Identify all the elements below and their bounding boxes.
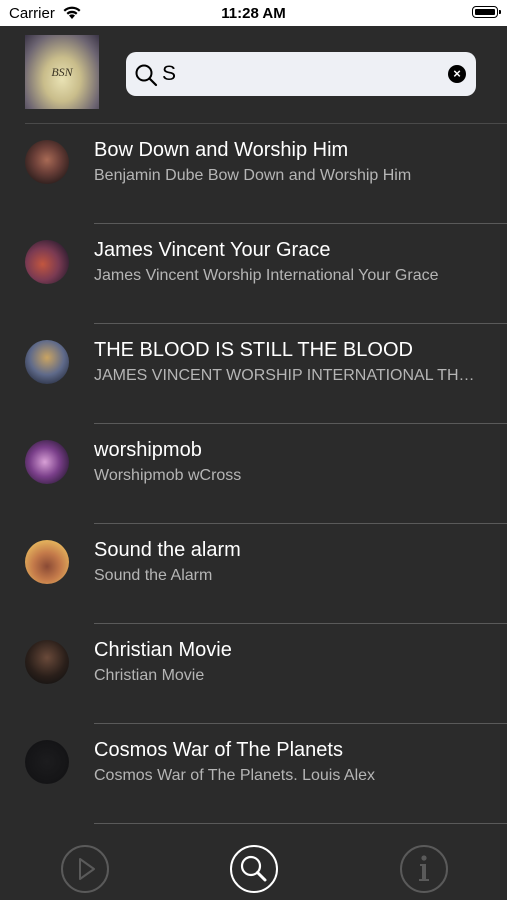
info-icon <box>400 845 448 893</box>
track-thumbnail <box>25 340 69 384</box>
track-subtitle: Christian Movie <box>94 667 205 684</box>
clear-search-icon[interactable]: × <box>448 65 466 83</box>
track-subtitle: Worshipmob wCross <box>94 467 242 484</box>
track-title: Sound the alarm <box>94 539 241 561</box>
tab-player[interactable] <box>60 844 110 894</box>
track-title: Bow Down and Worship Him <box>94 139 349 161</box>
header: BSN × <box>0 26 507 124</box>
track-thumbnail <box>25 140 69 184</box>
row-divider <box>94 823 507 824</box>
track-subtitle: Cosmos War of The Planets. Louis Alex <box>94 767 376 784</box>
track-subtitle: JAMES VINCENT WORSHIP INTERNATIONAL THE … <box>94 367 476 384</box>
search-icon <box>134 63 158 92</box>
list-item[interactable]: Bow Down and Worship Him Benjamin Dube B… <box>0 124 507 224</box>
track-title: THE BLOOD IS STILL THE BLOOD <box>94 339 413 361</box>
results-list: Bow Down and Worship Him Benjamin Dube B… <box>0 124 507 824</box>
track-thumbnail <box>25 540 69 584</box>
track-title: Cosmos War of The Planets <box>94 739 343 761</box>
artwork-logo-text: BSN <box>51 65 73 79</box>
list-item[interactable]: Sound the alarm Sound the Alarm <box>0 524 507 624</box>
search-bar[interactable]: × <box>126 52 476 96</box>
clock: 11:28 AM <box>221 5 286 22</box>
tab-info[interactable] <box>399 844 449 894</box>
track-title: Christian Movie <box>94 639 232 661</box>
search-input[interactable] <box>162 58 432 90</box>
track-subtitle: Sound the Alarm <box>94 567 213 584</box>
battery-icon <box>472 6 501 18</box>
track-subtitle: Benjamin Dube Bow Down and Worship Him <box>94 167 412 184</box>
list-item[interactable]: worshipmob Worshipmob wCross <box>0 424 507 524</box>
list-item[interactable]: Christian Movie Christian Movie <box>0 624 507 724</box>
track-thumbnail <box>25 640 69 684</box>
track-title: James Vincent Your Grace <box>94 239 331 261</box>
play-icon <box>61 845 109 893</box>
now-playing-artwork[interactable]: BSN <box>25 35 99 109</box>
list-item[interactable]: THE BLOOD IS STILL THE BLOOD JAMES VINCE… <box>0 324 507 424</box>
list-item[interactable]: Cosmos War of The Planets Cosmos War of … <box>0 724 507 824</box>
track-subtitle: James Vincent Worship International Your… <box>94 267 439 284</box>
tab-search[interactable] <box>229 844 279 894</box>
status-bar: Carrier 11:28 AM <box>0 0 507 26</box>
tab-bar <box>0 838 507 900</box>
list-item[interactable]: James Vincent Your Grace James Vincent W… <box>0 224 507 324</box>
track-thumbnail <box>25 740 69 784</box>
search-icon <box>230 845 278 893</box>
track-thumbnail <box>25 240 69 284</box>
track-thumbnail <box>25 440 69 484</box>
track-title: worshipmob <box>94 439 202 461</box>
